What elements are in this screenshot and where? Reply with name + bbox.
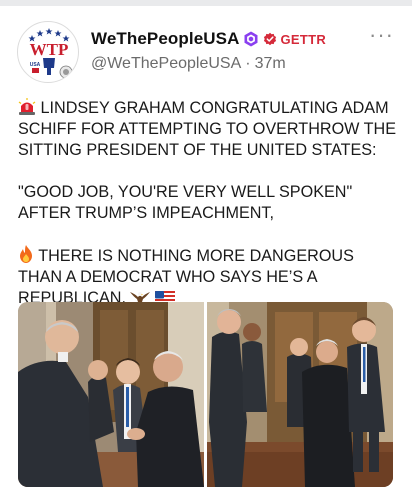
post-paragraph-1: LINDSEY GRAHAM CONGRATULATING ADAM SCHIF… [18,98,398,161]
photo-left-image [18,302,204,487]
media-gallery[interactable] [18,302,393,487]
avatar[interactable]: WTP USA [17,21,79,83]
post-card[interactable]: WTP USA WeThePeopleUSA GETTR @WeThePeopl… [0,6,412,500]
photo-right-image [207,302,393,487]
brand-label: GETTR [280,31,327,47]
fire-icon [20,245,32,263]
handle-row: @WeThePeopleUSA · 37m [91,55,286,73]
avatar-logo-text: WTP [30,40,69,59]
wtp-logo-icon: WTP USA [28,28,73,79]
verified-badge-icon [244,31,258,47]
photo-right[interactable] [207,302,393,487]
display-name[interactable]: WeThePeopleUSA [91,29,239,49]
separator: · [245,55,251,72]
siren-icon [18,98,36,115]
timestamp[interactable]: 37m [255,55,286,73]
gettr-badge-icon [264,32,277,46]
post-line-1: LINDSEY GRAHAM CONGRATULATING ADAM SCHIF… [18,99,397,159]
post-paragraph-2: "GOOD JOB, YOU'RE VERY WELL SPOKEN" AFTE… [18,182,398,224]
post-line-3: THERE IS NOTHING MORE DANGEROUS THAN A D… [18,247,354,307]
handle[interactable]: @WeThePeopleUSA [91,55,241,73]
post-paragraph-3: THERE IS NOTHING MORE DANGEROUS THAN A D… [18,245,398,309]
author-name-row: WeThePeopleUSA GETTR [91,28,326,50]
post-line-2: "GOOD JOB, YOU'RE VERY WELL SPOKEN" AFTE… [18,183,353,222]
post-body: LINDSEY GRAHAM CONGRATULATING ADAM SCHIF… [18,98,398,309]
avatar-logo-sub: USA [30,62,41,68]
photo-left[interactable] [18,302,204,487]
more-options-button[interactable]: ··· [369,24,394,46]
